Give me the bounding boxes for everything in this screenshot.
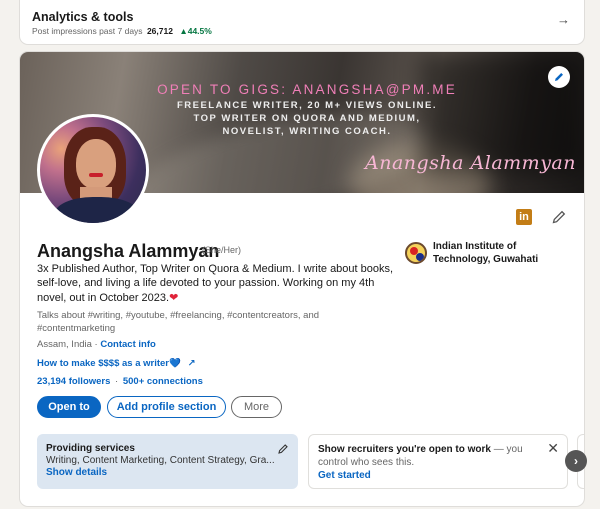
heart-icon: ❤ bbox=[169, 291, 179, 304]
iit-guwahati-logo-icon bbox=[405, 242, 427, 264]
website-label: How to make $$$$ as a writer💙 bbox=[37, 358, 181, 369]
providing-services-card[interactable]: Providing services Writing, Content Mark… bbox=[37, 434, 298, 489]
logo-detail bbox=[416, 253, 424, 261]
services-description: Writing, Content Marketing, Content Stra… bbox=[46, 455, 275, 466]
profile-headline: 3x Published Author, Top Writer on Quora… bbox=[37, 262, 397, 305]
location: Assam, India bbox=[37, 339, 92, 350]
impressions-summary: Post impressions past 7 days 26,712 ▲44.… bbox=[32, 26, 212, 36]
followers-link[interactable]: 23,194 followers bbox=[37, 376, 110, 387]
website-link[interactable]: How to make $$$$ as a writer💙 ↗ bbox=[37, 358, 195, 369]
profile-pronouns: (She/Her) bbox=[202, 245, 242, 255]
open-to-work-card: Show recruiters you're open to work — yo… bbox=[308, 434, 568, 489]
close-icon[interactable]: ✕ bbox=[547, 440, 559, 457]
banner-gigs-text: OPEN TO GIGS: ANANGSHA@PM.ME bbox=[157, 82, 457, 97]
separator: · bbox=[115, 376, 119, 387]
linkedin-premium-icon[interactable]: in bbox=[516, 209, 532, 225]
impressions-value: 26,712 bbox=[146, 26, 173, 36]
photo-detail bbox=[89, 173, 103, 177]
contact-info-link[interactable]: Contact info bbox=[100, 339, 155, 350]
more-button[interactable]: More bbox=[231, 396, 282, 418]
open-to-button[interactable]: Open to bbox=[37, 396, 101, 418]
external-link-icon: ↗ bbox=[187, 358, 196, 369]
edit-intro-button[interactable] bbox=[551, 209, 567, 225]
profile-name: Anangsha Alammyan bbox=[37, 241, 220, 261]
pencil-icon bbox=[555, 73, 563, 81]
connections-link[interactable]: 500+ connections bbox=[123, 376, 203, 387]
open-to-work-text: Show recruiters you're open to work — yo… bbox=[318, 444, 533, 469]
impressions-change: ▲44.5% bbox=[179, 26, 212, 36]
network-stats: 23,194 followers · 500+ connections bbox=[37, 376, 203, 387]
profile-photo[interactable] bbox=[37, 114, 149, 226]
services-title: Providing services bbox=[46, 443, 135, 454]
add-profile-section-button[interactable]: Add profile section bbox=[107, 396, 226, 418]
photo-detail bbox=[76, 139, 116, 189]
impressions-label: Post impressions past 7 days bbox=[32, 26, 143, 36]
analytics-card[interactable]: Analytics & tools Post impressions past … bbox=[20, 0, 584, 44]
banner-signature: Anangsha Alammyan bbox=[365, 152, 576, 174]
show-details-link[interactable]: Show details bbox=[46, 467, 289, 478]
analytics-title: Analytics & tools bbox=[32, 10, 134, 24]
talks-about: Talks about #writing, #youtube, #freelan… bbox=[37, 310, 320, 334]
headline-text: 3x Published Author, Top Writer on Quora… bbox=[37, 263, 394, 304]
location-line: Assam, India · Contact info bbox=[37, 339, 156, 350]
banner-tagline: FREELANCE WRITER, 20 M+ VIEWS ONLINE. bbox=[176, 100, 438, 111]
pencil-icon[interactable] bbox=[277, 443, 289, 455]
education-name: Indian Institute of Technology, Guwahati bbox=[433, 241, 539, 265]
profile-card: OPEN TO GIGS: ANANGSHA@PM.ME FREELANCE W… bbox=[20, 52, 584, 506]
arrow-right-icon[interactable]: → bbox=[557, 12, 570, 27]
open-to-work-title: Show recruiters you're open to work bbox=[318, 444, 491, 455]
photo-detail bbox=[54, 197, 140, 223]
pencil-icon bbox=[552, 210, 566, 224]
get-started-link[interactable]: Get started bbox=[318, 470, 558, 481]
carousel-next-button[interactable]: › bbox=[565, 450, 587, 472]
edit-banner-button[interactable] bbox=[548, 66, 570, 88]
